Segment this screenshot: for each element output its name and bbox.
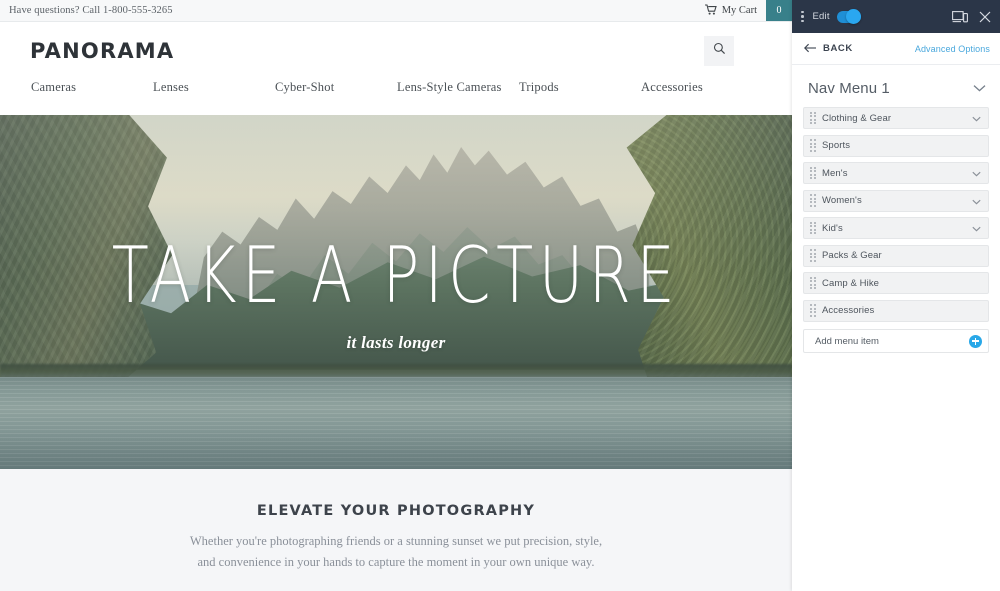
- back-button[interactable]: BACK: [804, 40, 853, 58]
- hero-copy: TAKE A PICTURE it lasts longer: [0, 229, 792, 353]
- chevron-down-icon[interactable]: [972, 164, 981, 182]
- brand-row: PANORAMA: [0, 22, 792, 80]
- nav-item-cyber-shot[interactable]: Cyber-Shot: [275, 80, 397, 95]
- arrow-left-icon: [804, 40, 817, 58]
- nav-item-tripods[interactable]: Tripods: [519, 80, 641, 95]
- site-preview: Have questions? Call 1-800-555-3265 My C…: [0, 0, 792, 591]
- edit-mode-toggle[interactable]: [836, 9, 861, 24]
- drag-handle-icon[interactable]: [810, 139, 816, 152]
- plus-circle-icon[interactable]: [969, 334, 982, 348]
- phone-text: Have questions? Call 1-800-555-3265: [9, 5, 173, 16]
- menu-item-camp-and-hike[interactable]: Camp & Hike: [803, 272, 989, 294]
- cart-label: My Cart: [721, 5, 757, 16]
- menu-item-packs-and-gear[interactable]: Packs & Gear: [803, 244, 989, 267]
- editor-panel: Edit BACK Advanced Options Nav Menu 1 Cl…: [792, 0, 1000, 591]
- nav-menu-items-list: Clothing & Gear Sports Men's Women's Kid…: [792, 107, 1000, 353]
- nav-item-cameras[interactable]: Cameras: [31, 80, 153, 95]
- chevron-down-icon[interactable]: [972, 109, 981, 127]
- intro-section: ELEVATE YOUR PHOTOGRAPHY Whether you're …: [0, 469, 792, 591]
- drag-handle-icon[interactable]: [810, 221, 816, 235]
- drag-handle-icon[interactable]: [810, 194, 816, 207]
- hero-subtitle: it lasts longer: [346, 333, 446, 352]
- menu-item-label: Packs & Gear: [822, 250, 882, 261]
- chevron-down-icon: [973, 79, 986, 97]
- my-cart-link[interactable]: My Cart: [701, 0, 766, 21]
- menu-item-womens[interactable]: Women's: [803, 189, 989, 212]
- editor-screen: Have questions? Call 1-800-555-3265 My C…: [0, 0, 1000, 591]
- menu-item-sports[interactable]: Sports: [803, 134, 989, 157]
- section-title: ELEVATE YOUR PHOTOGRAPHY: [256, 503, 536, 519]
- site-nav: Cameras Lenses Cyber-Shot Lens-Style Cam…: [0, 80, 792, 115]
- chevron-down-icon[interactable]: [972, 192, 981, 210]
- more-vertical-icon[interactable]: [799, 8, 806, 26]
- drag-handle-icon[interactable]: [810, 304, 816, 317]
- add-menu-item-button[interactable]: Add menu item: [803, 329, 989, 353]
- nav-menu-header[interactable]: Nav Menu 1: [792, 65, 1000, 107]
- site-logo[interactable]: PANORAMA: [30, 39, 174, 63]
- search-icon: [713, 42, 726, 60]
- nav-item-lens-style-cameras[interactable]: Lens-Style Cameras: [397, 80, 519, 95]
- menu-item-label: Kid's: [822, 222, 843, 234]
- menu-item-mens[interactable]: Men's: [803, 162, 989, 184]
- drag-handle-icon[interactable]: [810, 166, 816, 180]
- device-preview-icon[interactable]: [952, 10, 968, 23]
- back-label: BACK: [823, 43, 853, 54]
- utility-bar: Have questions? Call 1-800-555-3265 My C…: [0, 0, 792, 22]
- drag-handle-icon[interactable]: [810, 249, 816, 262]
- menu-item-label: Men's: [822, 167, 848, 179]
- menu-item-clothing-and-gear[interactable]: Clothing & Gear: [803, 107, 989, 129]
- drag-handle-icon[interactable]: [810, 276, 816, 290]
- menu-item-label: Clothing & Gear: [822, 112, 892, 124]
- utility-bar-right: My Cart 0: [701, 0, 792, 21]
- advanced-options-link[interactable]: Advanced Options: [915, 44, 990, 54]
- close-icon[interactable]: [979, 11, 991, 23]
- panel-topbar-actions: [952, 10, 991, 23]
- add-menu-item-label: Add menu item: [815, 335, 879, 347]
- section-body-line-2: and convenience in your hands to capture…: [197, 554, 595, 569]
- cart-count-badge: 0: [766, 0, 792, 21]
- nav-item-lenses[interactable]: Lenses: [153, 80, 275, 95]
- menu-item-label: Sports: [822, 140, 851, 151]
- menu-item-kids[interactable]: Kid's: [803, 217, 989, 239]
- nav-item-accessories[interactable]: Accessories: [641, 80, 763, 95]
- menu-item-accessories[interactable]: Accessories: [803, 299, 989, 322]
- hero-title: TAKE A PICTURE: [111, 229, 681, 321]
- cart-icon: [704, 3, 717, 18]
- panel-topbar: Edit: [792, 0, 1000, 33]
- menu-item-label: Women's: [822, 195, 862, 206]
- search-button[interactable]: [704, 36, 734, 66]
- menu-item-label: Accessories: [822, 305, 875, 316]
- hero-banner[interactable]: TAKE A PICTURE it lasts longer: [0, 115, 792, 469]
- menu-item-label: Camp & Hike: [822, 277, 880, 289]
- panel-subbar: BACK Advanced Options: [792, 33, 1000, 65]
- drag-handle-icon[interactable]: [810, 111, 816, 125]
- edit-toggle-label: Edit: [812, 11, 830, 22]
- chevron-down-icon[interactable]: [972, 219, 981, 237]
- nav-menu-title: Nav Menu 1: [808, 79, 890, 97]
- section-body-line-1: Whether you're photographing friends or …: [189, 534, 603, 548]
- section-body: Whether you're photographing friends or …: [0, 531, 792, 572]
